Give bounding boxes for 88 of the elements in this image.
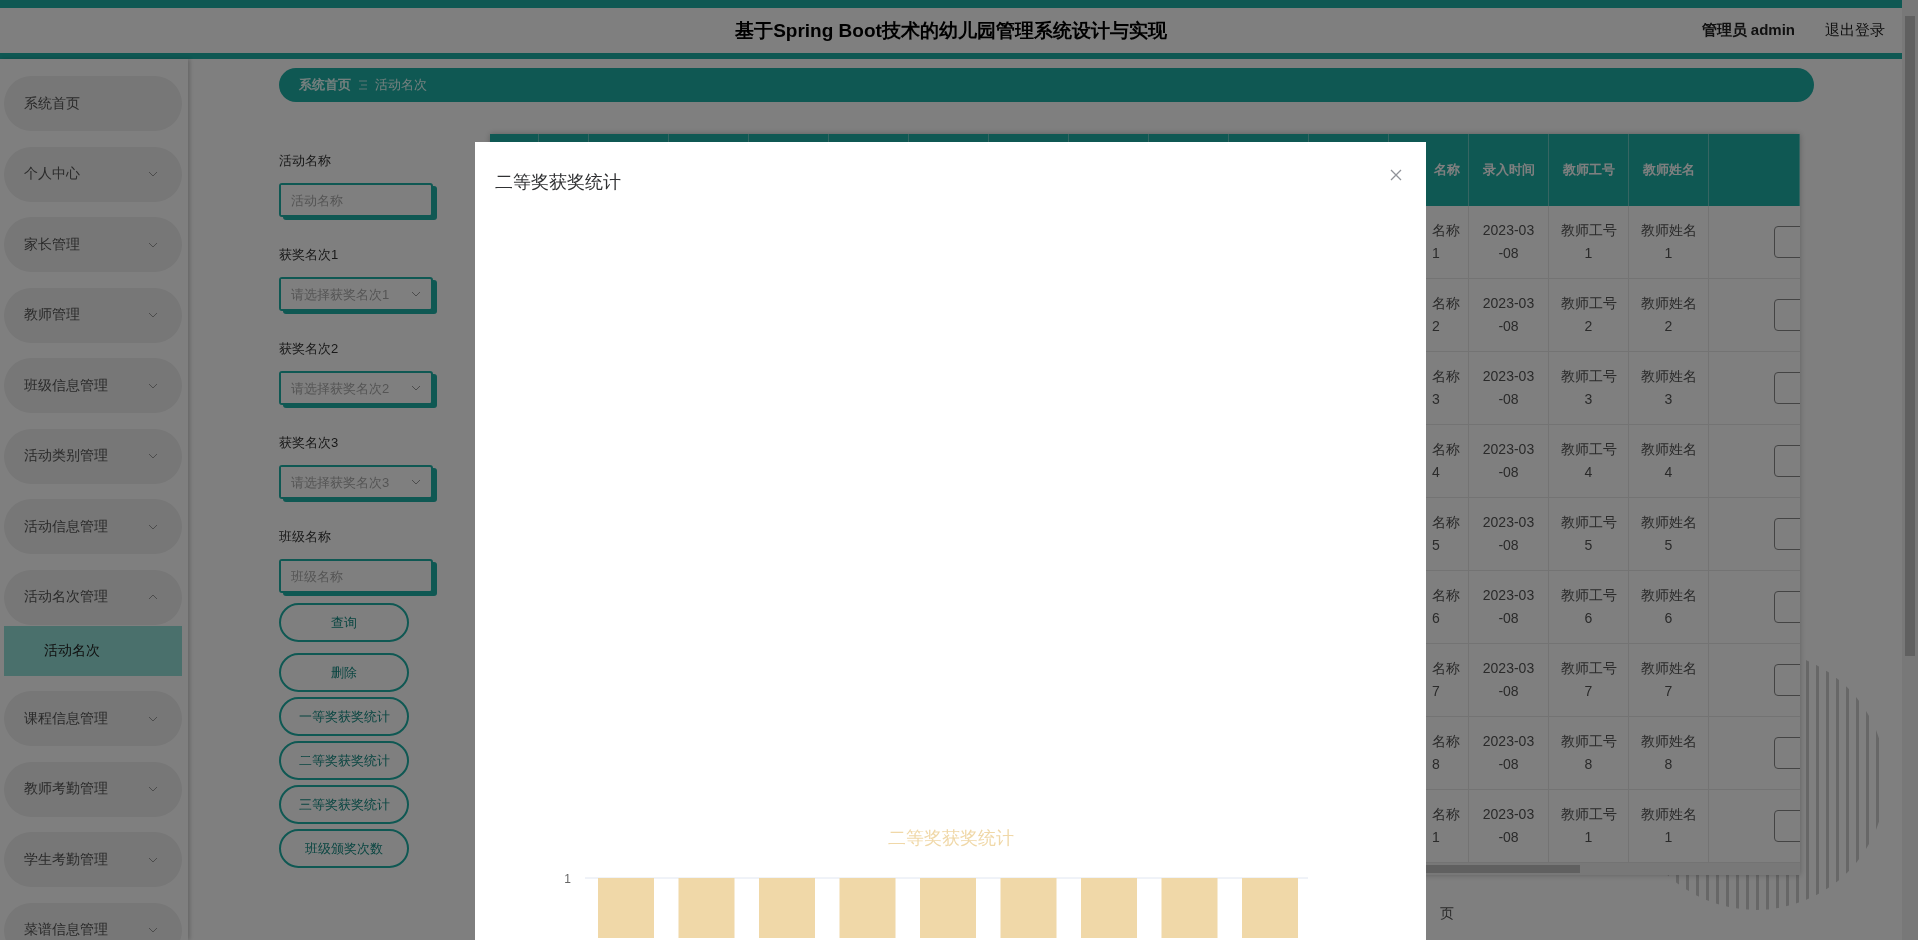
table-cell-text: 教师工号5: [1559, 513, 1618, 555]
table-cell-text: 教师工号6: [1559, 586, 1618, 628]
field-label: 班级名称: [279, 528, 332, 546]
sidebar-subitem[interactable]: 活动名次: [4, 625, 182, 676]
sidebar-item[interactable]: 班级信息管理: [4, 358, 182, 413]
field-label: 获奖名次1: [279, 246, 340, 264]
table-cell-text: 教师工号1: [1559, 805, 1618, 847]
separator-icon: [359, 80, 367, 90]
field-label: 获奖名次3: [279, 434, 340, 452]
chevron-icon: [148, 171, 158, 177]
sidebar-item[interactable]: 教师管理: [4, 287, 182, 343]
table-cell-text: 名称6: [1432, 586, 1461, 628]
sidebar-item[interactable]: 个人中心: [4, 146, 182, 202]
table-cell-text: 教师姓名4: [1639, 440, 1698, 482]
table-cell-text: 教师工号1: [1559, 221, 1618, 263]
sidebar-item[interactable]: 活动信息管理: [4, 499, 182, 554]
table-cell-text: 教师工号3: [1559, 367, 1618, 409]
chevron-icon: [148, 382, 158, 389]
table-cell-text: 2023-03-08: [1481, 805, 1536, 847]
table-cell-text: 教师姓名5: [1639, 513, 1698, 555]
field-label: 获奖名次2: [279, 340, 340, 358]
table-cell-text: 名称3: [1432, 367, 1461, 409]
sidebar-item[interactable]: 系统首页: [4, 76, 182, 131]
chevron-icon: [411, 479, 421, 485]
chevron-icon: [148, 856, 158, 863]
sidebar-item[interactable]: 活动名次管理: [4, 569, 182, 625]
table-cell-text: 2023-03-08: [1481, 513, 1536, 555]
chevron-icon: [148, 312, 158, 318]
table-cell-text: 2023-03-08: [1481, 440, 1536, 482]
page-title: 基于Spring Boot技术的幼儿园管理系统设计与实现: [735, 18, 1167, 43]
column-header: 教师工号: [1549, 134, 1629, 206]
action-button[interactable]: 三等奖获奖统计: [279, 785, 409, 824]
table-cell-text: 名称2: [1432, 294, 1461, 336]
field-label: 活动名称: [279, 152, 332, 170]
sidebar-item[interactable]: 家长管理: [4, 217, 182, 272]
table-cell-text: 名称5: [1432, 513, 1461, 555]
table-cell-text: 名称7: [1432, 659, 1461, 701]
table-cell-text: 2023-03-08: [1481, 221, 1536, 263]
chevron-icon: [411, 385, 421, 391]
chevron-icon: [148, 523, 158, 530]
table-cell-text: 教师姓名7: [1639, 659, 1698, 701]
table-cell-text: 教师工号8: [1559, 732, 1618, 774]
table-cell-text: 教师工号4: [1559, 440, 1618, 482]
vertical-scrollbar[interactable]: [1902, 0, 1918, 940]
table-cell-text: 教师姓名2: [1639, 294, 1698, 336]
breadcrumb-item[interactable]: 活动名次: [375, 76, 427, 94]
table-cell-text: 2023-03-08: [1481, 586, 1536, 628]
user-name: 管理员 admin: [1701, 21, 1795, 40]
table-cell-text: 教师姓名6: [1639, 586, 1698, 628]
table-cell-text: 教师姓名1: [1639, 805, 1698, 847]
sidebar-item[interactable]: 菜谱信息管理: [4, 902, 182, 940]
chevron-icon: [148, 594, 158, 600]
chevron-icon: [148, 786, 158, 792]
sidebar-item[interactable]: 学生考勤管理: [4, 832, 182, 887]
table-cell-text: 教师姓名8: [1639, 732, 1698, 774]
table-cell-text: 教师工号7: [1559, 659, 1618, 701]
table-cell-text: 名称1: [1432, 221, 1461, 263]
chevron-icon: [148, 453, 158, 459]
column-header: 录入时间: [1469, 134, 1549, 206]
dialog-title: 二等奖获奖统计: [495, 171, 621, 194]
table-cell-text: 教师工号2: [1559, 294, 1618, 336]
chart-title: 二等奖获奖统计: [887, 827, 1014, 850]
chevron-icon: [411, 291, 421, 297]
sidebar-item[interactable]: 教师考勤管理: [4, 761, 182, 817]
table-cell-text: 教师姓名1: [1639, 221, 1698, 263]
sidebar-item[interactable]: 活动类别管理: [4, 428, 182, 484]
table-cell-text: 2023-03-08: [1481, 367, 1536, 409]
table-cell-text: 名称8: [1432, 732, 1461, 774]
chevron-icon: [148, 927, 158, 933]
pagination-text: 页: [1440, 905, 1454, 923]
axis-tick-label: 1: [564, 872, 571, 886]
table-cell-text: 2023-03-08: [1481, 294, 1536, 336]
logout-link[interactable]: 退出登录: [1825, 21, 1885, 40]
action-button[interactable]: 删除: [279, 653, 409, 692]
table-cell-text: 2023-03-08: [1481, 659, 1536, 701]
chevron-icon: [148, 241, 158, 248]
table-cell-text: 教师姓名3: [1639, 367, 1698, 409]
action-button[interactable]: 班级颁奖次数: [279, 829, 409, 868]
table-cell-text: 2023-03-08: [1481, 732, 1536, 774]
action-button[interactable]: 查询: [279, 603, 409, 642]
chevron-icon: [148, 715, 158, 722]
table-cell-text: 名称4: [1432, 440, 1461, 482]
action-button[interactable]: 一等奖获奖统计: [279, 697, 409, 736]
table-cell-text: 名称1: [1432, 805, 1461, 847]
action-button[interactable]: 二等奖获奖统计: [279, 741, 409, 780]
sidebar-item[interactable]: 课程信息管理: [4, 691, 182, 746]
column-header: 教师姓名: [1629, 134, 1709, 206]
breadcrumb-item[interactable]: 系统首页: [299, 76, 351, 94]
